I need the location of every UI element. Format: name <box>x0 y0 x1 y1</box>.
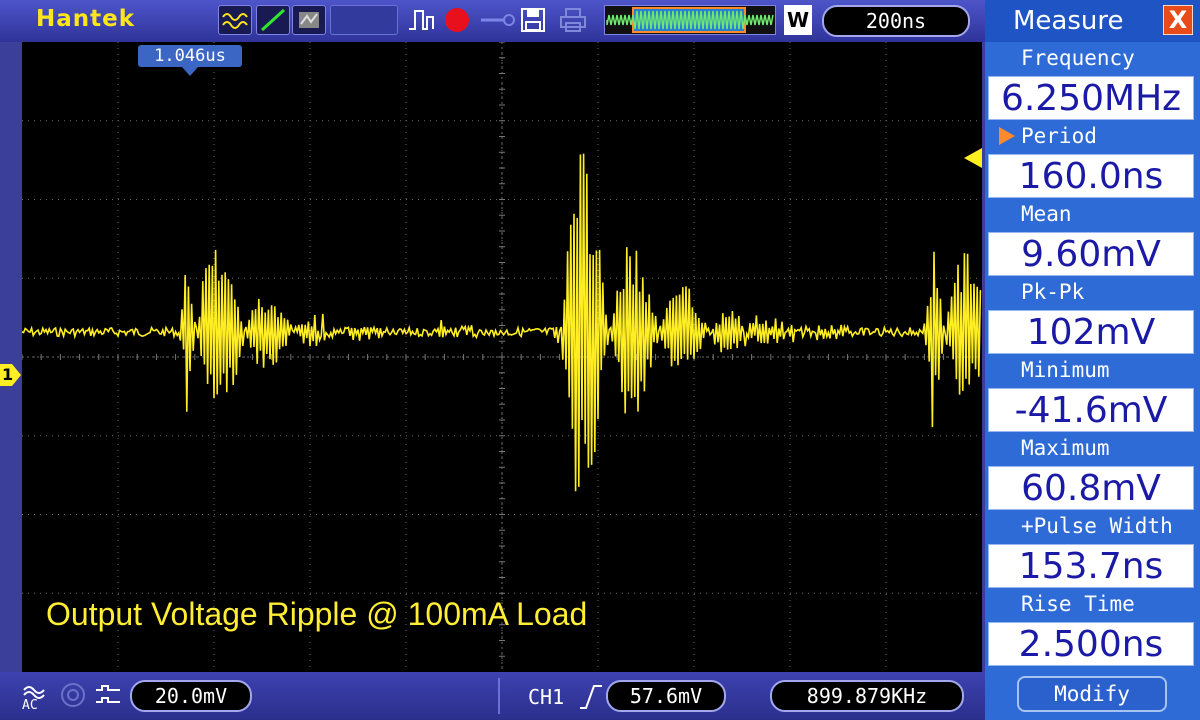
cursor-pointer-icon <box>182 67 198 76</box>
bandwidth-limit-icon[interactable] <box>60 682 86 708</box>
channel-1-trace <box>22 153 982 492</box>
channel-1-ground-marker[interactable]: 1 <box>0 364 22 386</box>
toolbar: Hantek W 200ns <box>0 0 985 42</box>
measure-label-frequency: Frequency <box>1021 46 1135 70</box>
waveform-display[interactable]: 1.046us Output Voltage Ripple @ 100mA Lo… <box>22 42 982 672</box>
pulse-trigger-icon[interactable] <box>404 5 440 35</box>
measure-value-period[interactable]: 160.0ns <box>988 154 1194 198</box>
measure-value-maximum[interactable]: 60.8mV <box>988 466 1194 510</box>
frequency-counter-display[interactable]: 899.879KHz <box>770 680 964 712</box>
modify-button[interactable]: Modify <box>1017 676 1167 712</box>
measure-value-pulse-width[interactable]: 153.7ns <box>988 544 1194 588</box>
trigger-channel[interactable]: CH1 <box>528 685 564 709</box>
line-draw-icon[interactable] <box>256 5 290 35</box>
measure-value-minimum[interactable]: -41.6mV <box>988 388 1194 432</box>
save-icon[interactable] <box>518 5 548 35</box>
measure-label-maximum: Maximum <box>1021 436 1110 460</box>
channel-number: 1 <box>2 365 14 384</box>
print-icon[interactable] <box>556 5 590 35</box>
coupling-label: AC <box>22 698 38 713</box>
measure-label-pulse-width: +Pulse Width <box>1021 514 1173 538</box>
measure-label-pk-pk: Pk-Pk <box>1021 280 1085 304</box>
measure-panel-header: Measure X <box>985 0 1200 42</box>
measure-value-pk-pk[interactable]: 102mV <box>988 310 1194 354</box>
waveform-mode-badge[interactable]: W <box>784 5 812 35</box>
measure-label-mean: Mean <box>1021 202 1072 226</box>
measure-label-rise-time: Rise Time <box>1021 592 1135 616</box>
measure-panel: Measure X Frequency 6.250MHz Period 160.… <box>985 0 1200 720</box>
selected-arrow-icon <box>999 127 1015 145</box>
trigger-level-display[interactable]: 57.6mV <box>606 680 726 712</box>
measure-label-minimum: Minimum <box>1021 358 1110 382</box>
blank-slot <box>330 5 398 35</box>
close-button[interactable]: X <box>1163 5 1193 35</box>
measure-value-mean[interactable]: 9.60mV <box>988 232 1194 276</box>
record-icon[interactable] <box>442 5 472 35</box>
math-wave-icon[interactable] <box>218 5 252 35</box>
timebase-display[interactable]: 200ns <box>822 5 970 37</box>
measure-panel-title: Measure <box>1013 6 1124 36</box>
cursor-time-readout[interactable]: 1.046us <box>138 45 242 67</box>
rising-edge-icon[interactable] <box>578 682 604 710</box>
brand-logo: Hantek <box>36 6 136 32</box>
measure-value-rise-time[interactable]: 2.500ns <box>988 622 1194 666</box>
volts-per-div-display[interactable]: 20.0mV <box>130 680 252 712</box>
measure-label-period: Period <box>1021 124 1097 148</box>
measure-value-frequency[interactable]: 6.250MHz <box>988 76 1194 120</box>
screen-caption: Output Voltage Ripple @ 100mA Load <box>46 596 588 632</box>
status-bar: AC 20.0mV CH1 57.6mV 899.879KHz <box>0 672 985 720</box>
waveform-overview[interactable] <box>604 5 776 35</box>
persistence-icon[interactable] <box>292 5 326 35</box>
probe-icon[interactable] <box>478 5 516 35</box>
divider <box>498 678 500 714</box>
trigger-level-marker-icon[interactable] <box>962 148 982 168</box>
invert-icon[interactable] <box>94 684 122 706</box>
